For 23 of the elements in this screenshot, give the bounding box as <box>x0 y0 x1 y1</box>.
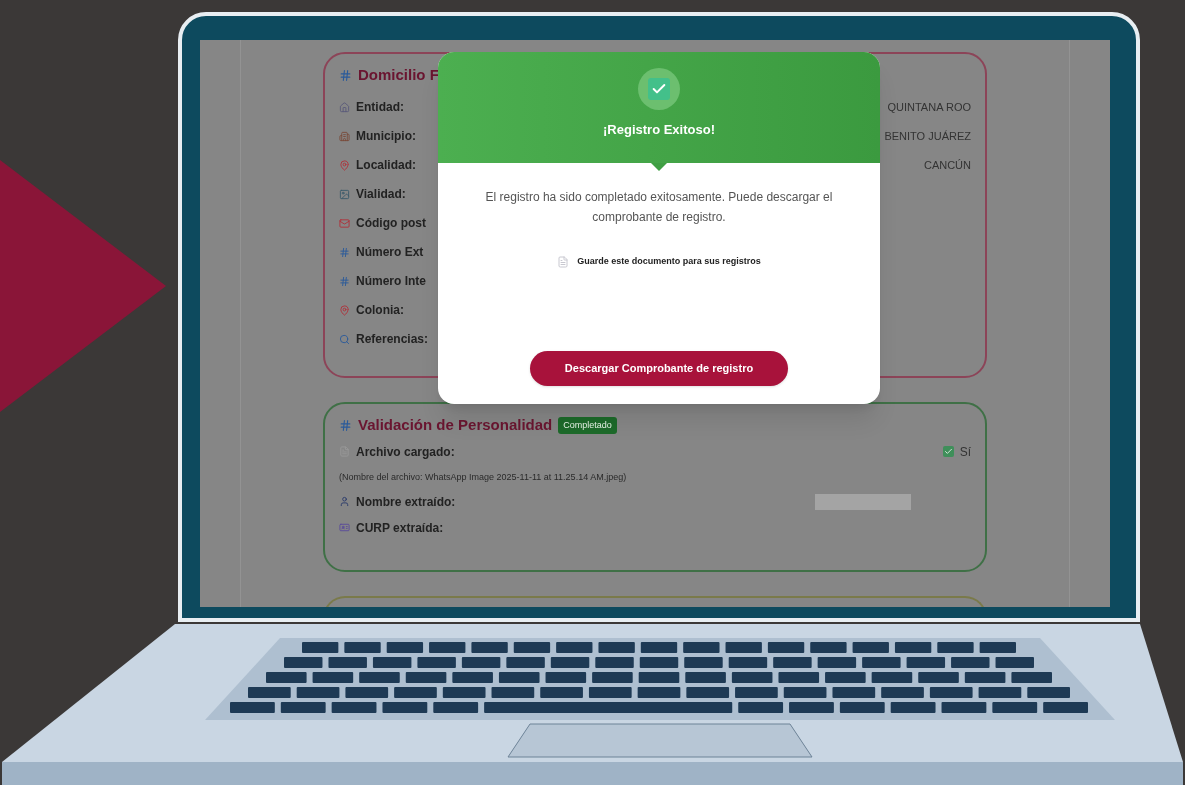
card-title: Validación de Personalidad <box>358 415 553 435</box>
field-value: Sí <box>959 443 971 461</box>
status-badge: Completado <box>558 416 617 434</box>
field-label: Número Ext <box>356 244 424 261</box>
field-label: Municipio: <box>356 128 416 145</box>
field-value: BENITO JUÁREZ <box>884 128 971 144</box>
field-label: Archivo cargado: <box>356 443 455 461</box>
field-label: CURP extraída: <box>356 519 444 537</box>
modal-message: El registro ha sido completado exitosamente. Puede descargar el comprobante de registro. <box>484 189 834 226</box>
file-note: (Nombre del archivo: WhatsApp Image 2025-11-11 at 11.25.14 AM.jpeg) <box>339 470 628 484</box>
field-label: Nombre extraído: <box>356 493 456 511</box>
card-title: Domicilio F <box>358 65 439 85</box>
modal-note: Guarde este documento para sus registros <box>577 255 761 268</box>
field-label: Referencias: <box>356 331 429 348</box>
field-label: Entidad: <box>356 99 404 116</box>
field-label: Vialidad: <box>356 186 406 203</box>
field-value: QUINTANA ROO <box>887 99 971 115</box>
modal-title: ¡Registro Exitoso! <box>603 121 715 139</box>
field-label: Localidad: <box>356 157 416 174</box>
field-label: Número Inte <box>356 273 426 290</box>
field-value: CANCÚN <box>923 157 971 173</box>
field-label: Colonia: <box>356 302 404 319</box>
field-label: Código post <box>356 215 426 232</box>
